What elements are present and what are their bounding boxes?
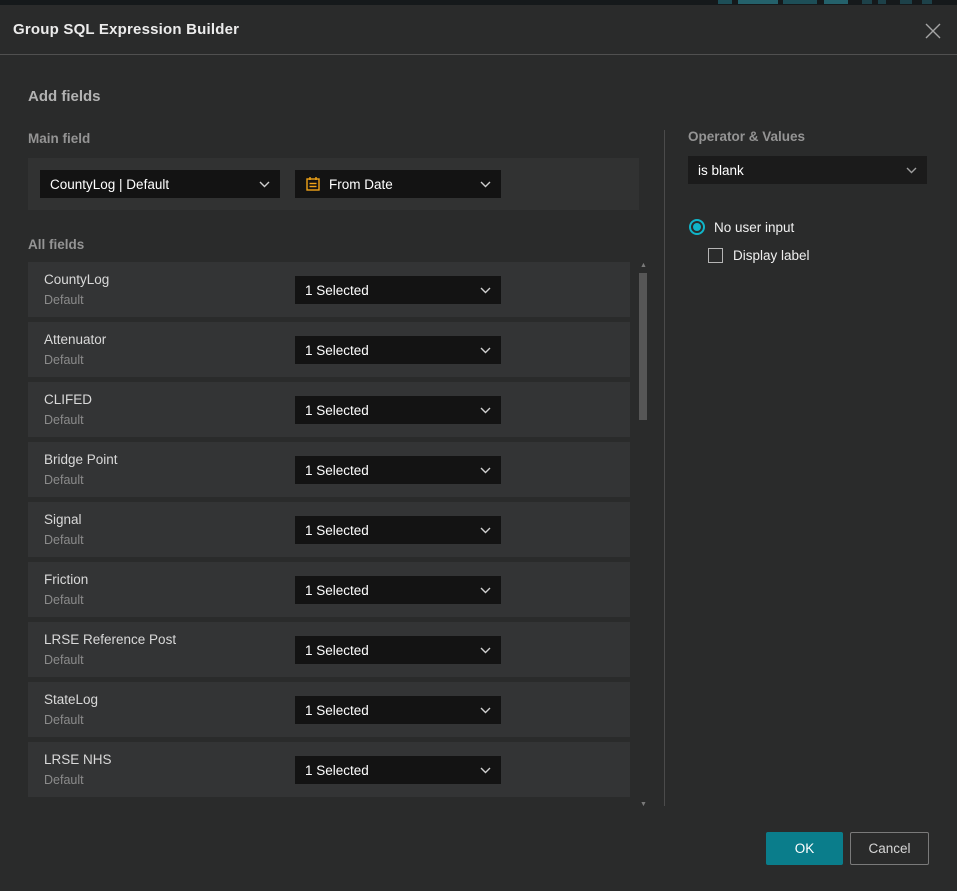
dialog-header: Group SQL Expression Builder	[0, 5, 957, 55]
close-icon	[924, 22, 942, 45]
field-name: CountyLog	[44, 272, 109, 287]
field-subtitle: Default	[44, 713, 84, 727]
list-item[interactable]: Friction Default 1 Selected	[28, 562, 630, 617]
dialog-title: Group SQL Expression Builder	[0, 21, 239, 38]
calendar-icon	[305, 176, 321, 192]
field-selection-dropdown[interactable]: 1 Selected	[295, 456, 501, 484]
selected-count: 1 Selected	[305, 763, 369, 778]
operator-values-label: Operator & Values	[688, 129, 805, 144]
field-name: StateLog	[44, 692, 98, 707]
chevron-down-icon	[480, 287, 491, 294]
layer-select-dropdown[interactable]: CountyLog | Default	[40, 170, 280, 198]
field-subtitle: Default	[44, 413, 84, 427]
scroll-down-icon[interactable]: ▼	[639, 801, 648, 808]
field-name: Bridge Point	[44, 452, 118, 467]
main-field-select-value: From Date	[329, 177, 393, 192]
list-item[interactable]: Bridge Point Default 1 Selected	[28, 442, 630, 497]
field-selection-dropdown[interactable]: 1 Selected	[295, 636, 501, 664]
field-subtitle: Default	[44, 593, 84, 607]
chevron-down-icon	[480, 767, 491, 774]
selected-count: 1 Selected	[305, 343, 369, 358]
selected-count: 1 Selected	[305, 463, 369, 478]
chevron-down-icon	[480, 467, 491, 474]
selected-count: 1 Selected	[305, 283, 369, 298]
list-item[interactable]: LRSE NHS Default 1 Selected	[28, 742, 630, 797]
display-label-label: Display label	[733, 248, 810, 263]
field-name: Friction	[44, 572, 88, 587]
chevron-down-icon	[480, 181, 491, 188]
field-selection-dropdown[interactable]: 1 Selected	[295, 396, 501, 424]
field-subtitle: Default	[44, 773, 84, 787]
field-subtitle: Default	[44, 293, 84, 307]
list-item[interactable]: CLIFED Default 1 Selected	[28, 382, 630, 437]
cancel-button[interactable]: Cancel	[850, 832, 929, 865]
selected-count: 1 Selected	[305, 523, 369, 538]
field-name: LRSE Reference Post	[44, 632, 176, 647]
field-subtitle: Default	[44, 533, 84, 547]
scrollbar-thumb[interactable]	[639, 273, 647, 420]
main-field-select-dropdown[interactable]: From Date	[295, 170, 501, 198]
operator-select-value: is blank	[698, 163, 744, 178]
scroll-up-icon[interactable]: ▲	[639, 262, 648, 269]
field-name: Attenuator	[44, 332, 106, 347]
chevron-down-icon	[906, 167, 917, 174]
field-selection-dropdown[interactable]: 1 Selected	[295, 276, 501, 304]
ok-button[interactable]: OK	[766, 832, 843, 865]
list-item[interactable]: CountyLog Default 1 Selected	[28, 262, 630, 317]
list-scrollbar[interactable]: ▲ ▼	[637, 262, 650, 808]
selected-count: 1 Selected	[305, 583, 369, 598]
list-item[interactable]: StateLog Default 1 Selected	[28, 682, 630, 737]
chevron-down-icon	[480, 647, 491, 654]
list-item[interactable]: LRSE Reference Post Default 1 Selected	[28, 622, 630, 677]
field-selection-dropdown[interactable]: 1 Selected	[295, 516, 501, 544]
chevron-down-icon	[259, 181, 270, 188]
add-fields-heading: Add fields	[28, 88, 101, 105]
field-subtitle: Default	[44, 353, 84, 367]
selected-count: 1 Selected	[305, 703, 369, 718]
selected-count: 1 Selected	[305, 403, 369, 418]
radio-selected-dot	[693, 223, 701, 231]
no-user-input-radio[interactable]	[689, 219, 705, 235]
field-selection-dropdown[interactable]: 1 Selected	[295, 576, 501, 604]
display-label-checkbox[interactable]	[708, 248, 723, 263]
main-field-label: Main field	[28, 131, 90, 146]
no-user-input-label: No user input	[714, 220, 794, 235]
all-fields-label: All fields	[28, 237, 84, 252]
close-button[interactable]	[922, 22, 944, 44]
panel-divider	[664, 130, 665, 806]
field-selection-dropdown[interactable]: 1 Selected	[295, 336, 501, 364]
chevron-down-icon	[480, 527, 491, 534]
field-subtitle: Default	[44, 473, 84, 487]
list-item[interactable]: Attenuator Default 1 Selected	[28, 322, 630, 377]
chevron-down-icon	[480, 707, 491, 714]
field-subtitle: Default	[44, 653, 84, 667]
field-selection-dropdown[interactable]: 1 Selected	[295, 696, 501, 724]
list-item[interactable]: Signal Default 1 Selected	[28, 502, 630, 557]
chevron-down-icon	[480, 347, 491, 354]
operator-select-dropdown[interactable]: is blank	[688, 156, 927, 184]
field-selection-dropdown[interactable]: 1 Selected	[295, 756, 501, 784]
field-name: Signal	[44, 512, 82, 527]
chevron-down-icon	[480, 587, 491, 594]
field-name: LRSE NHS	[44, 752, 112, 767]
field-name: CLIFED	[44, 392, 92, 407]
selected-count: 1 Selected	[305, 643, 369, 658]
chevron-down-icon	[480, 407, 491, 414]
layer-select-value: CountyLog | Default	[50, 177, 169, 192]
